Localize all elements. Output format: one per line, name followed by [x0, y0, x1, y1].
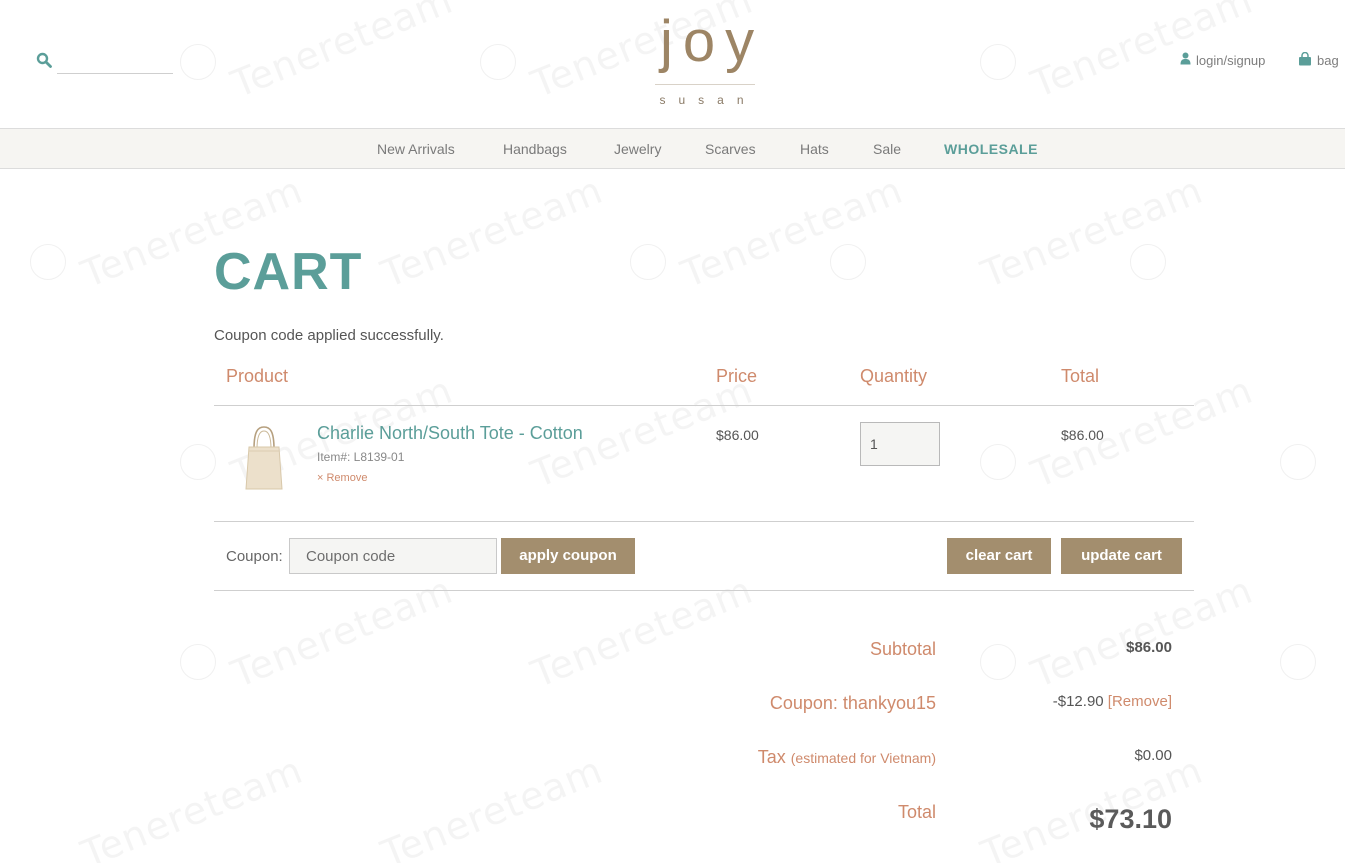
subtotal-label: Subtotal	[869, 639, 936, 659]
watermark-text: Tenereteam	[375, 748, 609, 863]
apply-coupon-button[interactable]: apply coupon	[501, 538, 635, 574]
watermark-logo-icon	[830, 244, 866, 280]
clear-cart-button[interactable]: clear cart	[947, 538, 1051, 574]
shopping-bag-icon	[1298, 51, 1312, 69]
nav-item-jewelry[interactable]: Jewelry	[614, 141, 661, 157]
table-divider	[214, 405, 1194, 406]
watermark-logo-icon	[980, 444, 1016, 480]
logo-wordmark: joy	[660, 9, 765, 74]
product-name-link[interactable]: Charlie North/South Tote - Cotton	[317, 423, 583, 444]
login-signup-link[interactable]: login/signup	[1180, 52, 1265, 68]
grand-total-value: $73.10	[1089, 804, 1172, 834]
tax-label-row: Tax (estimated for Vietnam)	[636, 747, 936, 768]
logo-divider	[655, 84, 755, 85]
coupon-discount-row: -$12.90 [Remove]	[1053, 693, 1172, 710]
subtotal-value: $86.00	[1126, 639, 1172, 656]
watermark-logo-icon	[980, 644, 1016, 680]
watermark-logo-icon	[180, 644, 216, 680]
nav-item-sale[interactable]: Sale	[873, 141, 901, 157]
product-sku: Item#: L8139-01	[317, 450, 405, 464]
bag-label: bag	[1317, 53, 1339, 68]
remove-coupon-link[interactable]: [Remove]	[1108, 693, 1172, 710]
search-input[interactable]	[57, 52, 173, 74]
site-header: joy susan login/signup bag	[0, 0, 1345, 128]
coupon-applied-label: Coupon: thankyou15	[769, 693, 936, 713]
watermark-text: Tenereteam	[975, 168, 1209, 297]
watermark-text: Tenereteam	[1025, 568, 1259, 697]
watermark-logo-icon	[1280, 444, 1316, 480]
page-title: CART	[214, 243, 363, 301]
column-header-price: Price	[716, 366, 758, 386]
user-icon	[1180, 52, 1191, 68]
coupon-code-input[interactable]	[289, 538, 497, 574]
login-signup-label: login/signup	[1196, 52, 1266, 68]
update-cart-button[interactable]: update cart	[1061, 538, 1182, 574]
table-divider	[214, 590, 1194, 591]
nav-item-new-arrivals[interactable]: New Arrivals	[377, 141, 455, 157]
remove-item-link[interactable]: × Remove	[317, 472, 367, 484]
watermark-logo-icon	[180, 444, 216, 480]
column-header-total: Total	[1061, 366, 1100, 386]
quantity-input[interactable]	[860, 422, 940, 466]
coupon-label: Coupon:	[226, 548, 283, 565]
coupon-discount-value: -$12.90	[1052, 693, 1104, 710]
tax-label: Tax	[757, 747, 786, 767]
coupon-success-notice: Coupon code applied successfully.	[214, 327, 444, 344]
tax-value: $0.00	[1134, 747, 1172, 764]
watermark-logo-icon	[1280, 644, 1316, 680]
watermark-text: Tenereteam	[525, 568, 759, 697]
column-header-quantity: Quantity	[860, 366, 928, 386]
watermark-text: Tenereteam	[675, 168, 909, 297]
item-line-total: $86.00	[1061, 427, 1104, 443]
item-price: $86.00	[716, 427, 759, 443]
bag-link[interactable]: bag	[1298, 51, 1339, 69]
logo-subtitle: susan	[659, 93, 757, 107]
watermark-text: Tenereteam	[225, 568, 459, 697]
total-label: Total	[897, 802, 936, 822]
watermark-text: Tenereteam	[75, 748, 309, 863]
nav-item-hats[interactable]: Hats	[800, 141, 829, 157]
nav-item-wholesale[interactable]: WHOLESALE	[944, 141, 1038, 157]
search-icon[interactable]	[36, 52, 52, 68]
watermark-logo-icon	[30, 244, 66, 280]
product-thumbnail[interactable]	[242, 425, 286, 491]
nav-item-handbags[interactable]: Handbags	[503, 141, 567, 157]
watermark-logo-icon	[1130, 244, 1166, 280]
nav-item-scarves[interactable]: Scarves	[705, 141, 756, 157]
watermark-logo-icon	[630, 244, 666, 280]
main-nav: New Arrivals Handbags Jewelry Scarves Ha…	[0, 128, 1345, 169]
site-logo[interactable]: joy susan	[652, 6, 758, 107]
watermark-text: Tenereteam	[375, 168, 609, 297]
column-header-product: Product	[226, 366, 289, 386]
tax-note: (estimated for Vietnam)	[790, 750, 936, 766]
table-divider	[214, 521, 1194, 522]
